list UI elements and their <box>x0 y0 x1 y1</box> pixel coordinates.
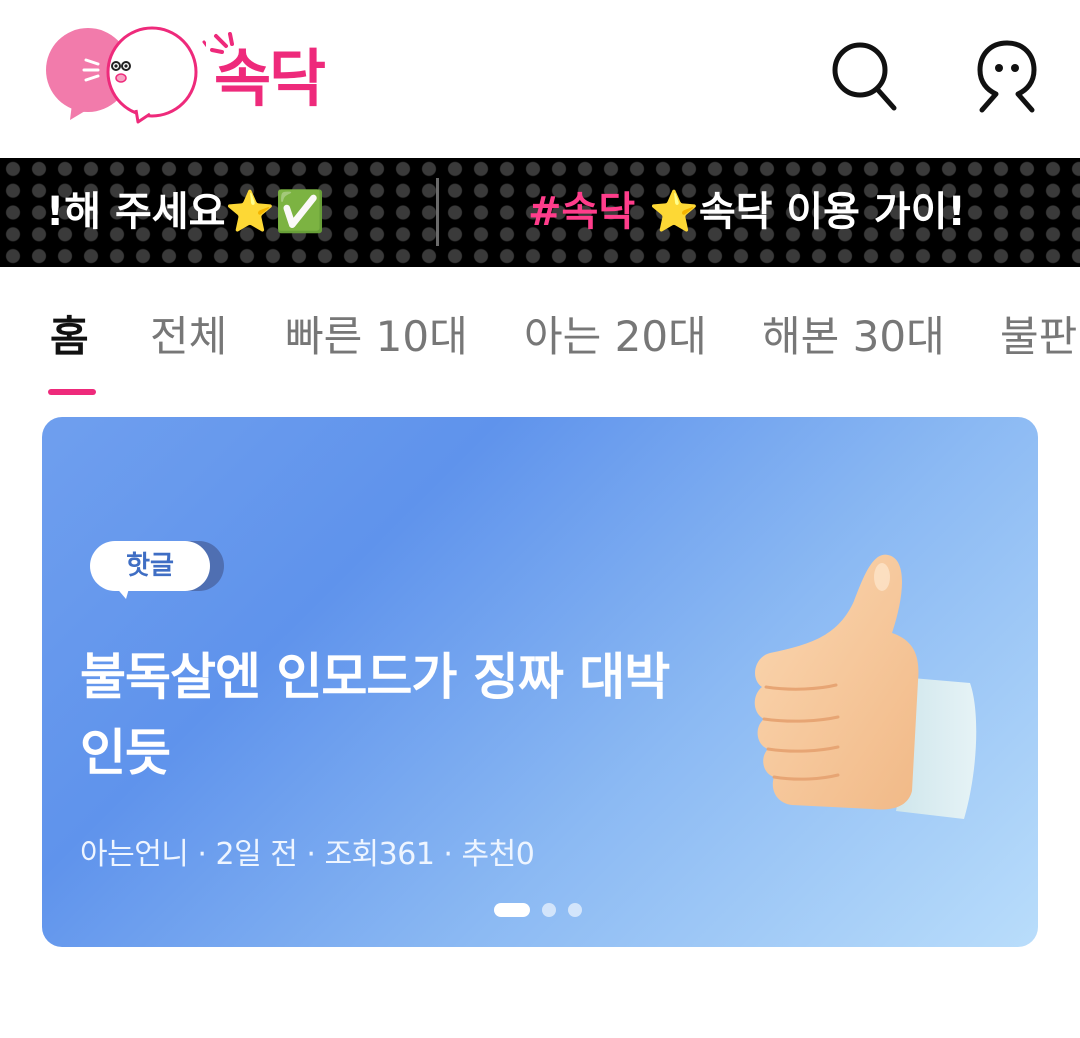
notice-ticker[interactable]: !해 주세요⭐✅ #속닥 ⭐속닥 이용 가이! <box>0 158 1080 267</box>
search-button[interactable] <box>830 38 900 114</box>
tab-bulpan[interactable]: 불판 <box>1000 309 1077 365</box>
app-header: 속닥 <box>0 0 1080 158</box>
ticker-track: !해 주세요⭐✅ #속닥 ⭐속닥 이용 가이! <box>0 158 1080 267</box>
post-title: 불독살엔 인모드가 징짜 대박인듯 <box>80 648 670 782</box>
badge-label: 핫글 <box>90 541 210 591</box>
logo-text: 속닥 <box>214 42 326 115</box>
ticker-item[interactable]: !해 주세요⭐✅ <box>46 186 325 238</box>
profile-button[interactable] <box>972 38 1042 114</box>
profile-icon <box>977 40 1037 113</box>
logo-bubbles-icon <box>46 26 206 124</box>
tab-10s[interactable]: 빠른 10대 <box>285 309 468 365</box>
app-logo[interactable]: 속닥 <box>46 22 346 126</box>
ticker-text: ⭐속닥 이용 가이! <box>635 189 966 235</box>
tab-home[interactable]: 홈 <box>50 309 89 365</box>
pager-dot-active[interactable] <box>494 903 530 917</box>
pager-dot[interactable] <box>568 903 582 917</box>
ticker-item[interactable]: #속닥 ⭐속닥 이용 가이! <box>528 186 966 238</box>
ticker-hashtag: #속닥 <box>528 189 636 235</box>
tab-30s[interactable]: 해본 30대 <box>762 309 945 365</box>
ticker-text: !해 주세요⭐✅ <box>46 189 325 235</box>
tab-all[interactable]: 전체 <box>150 309 227 365</box>
ticker-divider <box>436 178 439 246</box>
thumbs-up-icon <box>712 541 992 841</box>
category-tabs: 홈 전체 빠른 10대 아는 20대 해본 30대 불판 <box>0 267 1080 407</box>
badge-tail <box>114 585 130 599</box>
hot-badge: 핫글 <box>90 541 224 599</box>
hot-post-banner[interactable]: 핫글 불독살엔 인모드가 징짜 대박인듯 아는언니 · 2일 전 · 조회361… <box>42 417 1038 947</box>
active-tab-indicator <box>48 389 96 395</box>
tab-20s[interactable]: 아는 20대 <box>524 309 707 365</box>
post-meta: 아는언니 · 2일 전 · 조회361 · 추천0 <box>80 837 535 872</box>
search-icon <box>832 42 897 111</box>
pager-dot[interactable] <box>542 903 556 917</box>
